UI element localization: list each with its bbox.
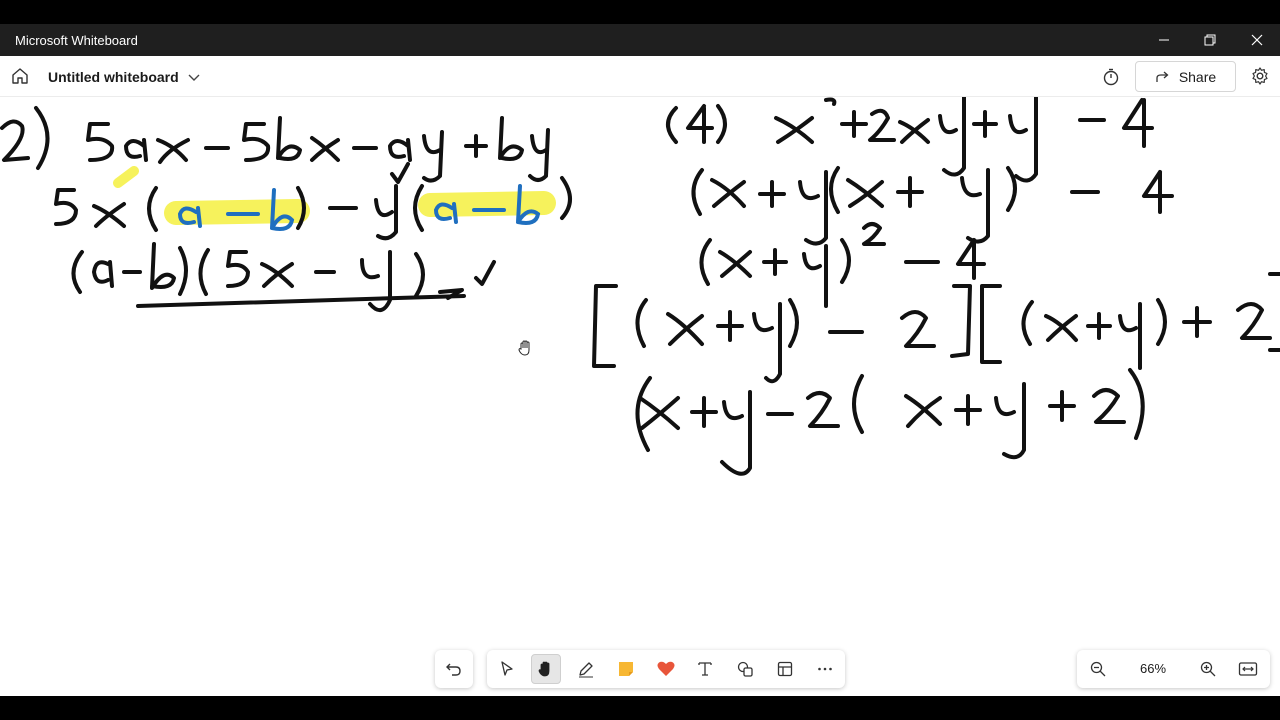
tools-toolbar xyxy=(487,650,845,688)
pen-icon xyxy=(579,662,593,678)
close-icon xyxy=(1251,34,1263,46)
text-icon xyxy=(698,662,712,676)
app-header: Untitled whiteboard Share xyxy=(0,56,1280,97)
templates-icon xyxy=(777,661,793,677)
letterbox-bottom xyxy=(0,696,1280,720)
home-icon[interactable] xyxy=(10,66,30,86)
select-icon xyxy=(501,661,513,676)
close-button[interactable] xyxy=(1234,24,1280,56)
timer-icon[interactable] xyxy=(1101,67,1121,87)
fit-to-screen-button[interactable] xyxy=(1233,654,1263,684)
zoom-out-button[interactable] xyxy=(1083,654,1113,684)
share-icon xyxy=(1156,71,1169,82)
gear-icon[interactable] xyxy=(1250,66,1270,86)
zoom-in-icon xyxy=(1200,661,1216,677)
sticky-note-icon xyxy=(619,662,633,676)
more-options-button[interactable] xyxy=(810,654,840,684)
share-button[interactable]: Share xyxy=(1135,61,1236,92)
zoom-in-button[interactable] xyxy=(1193,654,1223,684)
hand-cursor-icon xyxy=(518,340,530,356)
fit-to-screen-icon xyxy=(1238,662,1258,676)
ink-layer xyxy=(0,97,1280,476)
window-titlebar: Microsoft Whiteboard xyxy=(0,24,1280,56)
chevron-down-icon[interactable] xyxy=(187,70,201,84)
hand-pan-icon xyxy=(538,661,550,677)
app-title: Microsoft Whiteboard xyxy=(15,33,138,48)
sticky-note-button[interactable] xyxy=(611,654,641,684)
more-icon xyxy=(818,667,832,671)
text-tool-button[interactable] xyxy=(690,654,720,684)
zoom-level[interactable]: 66% xyxy=(1133,661,1173,676)
share-label: Share xyxy=(1178,68,1217,85)
letterbox-top xyxy=(0,0,1280,24)
ink-problem-4 xyxy=(592,97,1280,476)
shapes-tool-button[interactable] xyxy=(730,654,760,684)
select-tool-button[interactable] xyxy=(492,654,522,684)
hand-tool-button[interactable] xyxy=(531,654,561,684)
pen-tool-button[interactable] xyxy=(571,654,601,684)
shapes-icon xyxy=(737,661,753,677)
undo-toolbar xyxy=(435,650,473,688)
zoom-out-icon xyxy=(1090,661,1106,677)
templates-button[interactable] xyxy=(770,654,800,684)
zoom-toolbar: 66% xyxy=(1077,650,1270,688)
board-title[interactable]: Untitled whiteboard xyxy=(48,69,179,85)
restore-icon xyxy=(1204,34,1216,46)
restore-button[interactable] xyxy=(1187,24,1233,56)
minimize-icon xyxy=(1159,39,1169,41)
whiteboard-canvas[interactable] xyxy=(0,97,1280,696)
reactions-button[interactable] xyxy=(651,654,681,684)
reactions-icon xyxy=(657,661,675,676)
minimize-button[interactable] xyxy=(1141,24,1187,56)
undo-icon xyxy=(446,663,461,676)
undo-button[interactable] xyxy=(439,654,469,684)
